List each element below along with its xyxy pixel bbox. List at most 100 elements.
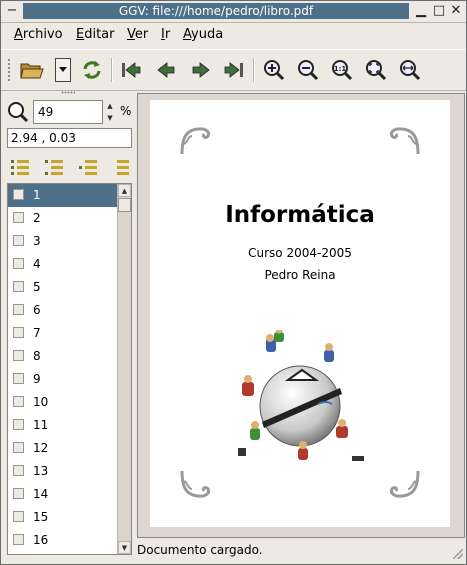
page-mark-checkbox[interactable] bbox=[13, 235, 24, 246]
page-number-label: 10 bbox=[33, 395, 49, 409]
zoom-input[interactable]: 49 bbox=[33, 100, 103, 124]
page-number-label: 5 bbox=[33, 280, 41, 294]
open-folder-icon[interactable] bbox=[19, 58, 45, 82]
scroll-thumb[interactable] bbox=[118, 198, 131, 212]
zoom-out-icon[interactable] bbox=[295, 58, 321, 82]
window-menu-icon[interactable]: − bbox=[4, 3, 20, 19]
first-page-icon[interactable] bbox=[118, 58, 144, 82]
toolbar-separator bbox=[253, 58, 255, 82]
menu-ayuda[interactable]: Ayuda bbox=[183, 27, 223, 43]
page-mark-checkbox[interactable] bbox=[13, 442, 24, 453]
resize-grip[interactable] bbox=[453, 549, 463, 559]
menu-ver[interactable]: Ver bbox=[127, 27, 148, 43]
page-mark-checkbox[interactable] bbox=[13, 534, 24, 545]
page-mark-checkbox[interactable] bbox=[13, 189, 24, 200]
page-list-item[interactable]: 6 bbox=[8, 299, 119, 322]
page-number-label: 4 bbox=[33, 257, 41, 271]
page-list-item[interactable]: 15 bbox=[8, 506, 119, 529]
page-number-label: 13 bbox=[33, 464, 49, 478]
page-list-item[interactable]: 1 bbox=[8, 184, 119, 207]
page-mark-checkbox[interactable] bbox=[13, 212, 24, 223]
page-mark-checkbox[interactable] bbox=[13, 350, 24, 361]
document-course: Curso 2004-2005 bbox=[248, 246, 352, 260]
toolbar-grip[interactable] bbox=[7, 58, 11, 82]
page-number-label: 16 bbox=[33, 533, 49, 547]
page-list-item[interactable]: 9 bbox=[8, 368, 119, 391]
ornament-corner-icon bbox=[390, 127, 420, 155]
page-mark-checkbox[interactable] bbox=[13, 281, 24, 292]
panel-handle[interactable] bbox=[61, 91, 75, 94]
ornament-corner-icon bbox=[390, 470, 420, 498]
page-list-item[interactable]: 16 bbox=[8, 529, 119, 552]
page-list-item[interactable]: 5 bbox=[8, 276, 119, 299]
page-list-item[interactable]: 4 bbox=[8, 253, 119, 276]
page-number-label: 1 bbox=[33, 188, 41, 202]
coordinates-display: 2.94 , 0.03 bbox=[7, 128, 132, 148]
menu-bar: Archivo Editar Ver Ir Ayuda bbox=[1, 23, 466, 47]
globe-people-illustration bbox=[238, 330, 364, 461]
page-number-label: 11 bbox=[33, 418, 49, 432]
zoom-fit-width-icon[interactable] bbox=[397, 58, 423, 82]
page-mark-checkbox[interactable] bbox=[13, 258, 24, 269]
document-author: Pedro Reina bbox=[264, 268, 336, 282]
page-list-item[interactable]: 11 bbox=[8, 414, 119, 437]
menu-ir[interactable]: Ir bbox=[161, 27, 170, 43]
page-list-item[interactable]: 8 bbox=[8, 345, 119, 368]
zoom-in-icon[interactable] bbox=[261, 58, 287, 82]
page-list-item[interactable]: 13 bbox=[8, 460, 119, 483]
close-icon[interactable]: ✕ bbox=[448, 3, 464, 19]
menu-archivo[interactable]: Archivo bbox=[14, 27, 63, 43]
page-list-item[interactable]: 3 bbox=[8, 230, 119, 253]
unmark-all-pages-icon[interactable] bbox=[111, 157, 135, 177]
zoom-spin-up-icon[interactable]: ▲ bbox=[104, 100, 116, 112]
page-number-label: 2 bbox=[33, 211, 41, 225]
page-list-rows: 1 2 3 4 5 6 7 8 9 10 11 12 13 14 15 16 bbox=[8, 184, 119, 552]
last-page-icon[interactable] bbox=[221, 58, 247, 82]
window-title: GGV: file:///home/pedro/libro.pdf bbox=[23, 3, 409, 19]
page-list-item[interactable]: 14 bbox=[8, 483, 119, 506]
document-viewer[interactable]: Informática Curso 2004-2005 Pedro Reina bbox=[137, 93, 465, 538]
zoom-spin-down-icon[interactable]: ▼ bbox=[104, 112, 116, 124]
page-list-item[interactable]: 2 bbox=[8, 207, 119, 230]
toolbar-separator bbox=[111, 58, 113, 82]
page-number-label: 14 bbox=[33, 487, 49, 501]
reload-icon[interactable] bbox=[79, 58, 105, 82]
mark-all-pages-icon[interactable] bbox=[9, 157, 33, 177]
zoom-percent-label: % bbox=[120, 104, 132, 118]
next-page-icon[interactable] bbox=[188, 58, 214, 82]
page-mark-checkbox[interactable] bbox=[13, 465, 24, 476]
status-bar: Documento cargado. bbox=[137, 541, 465, 561]
page-mark-checkbox[interactable] bbox=[13, 373, 24, 384]
page-list[interactable]: 1 2 3 4 5 6 7 8 9 10 11 12 13 14 15 16 ▲ ▼ bbox=[7, 183, 132, 555]
previous-page-icon[interactable] bbox=[153, 58, 179, 82]
zoom-1-1-label: 1:1 bbox=[334, 65, 347, 73]
page-list-item[interactable]: 10 bbox=[8, 391, 119, 414]
page-mark-checkbox[interactable] bbox=[13, 327, 24, 338]
page-list-item[interactable]: 12 bbox=[8, 437, 119, 460]
minimize-icon[interactable]: ▁ bbox=[413, 3, 429, 19]
scroll-up-icon[interactable]: ▲ bbox=[118, 184, 131, 197]
page-mark-checkbox[interactable] bbox=[13, 396, 24, 407]
page-number-label: 9 bbox=[33, 372, 41, 386]
document-title: Informática bbox=[225, 202, 375, 228]
zoom-fit-page-icon[interactable] bbox=[363, 58, 389, 82]
page-mark-checkbox[interactable] bbox=[13, 419, 24, 430]
zoom-1-1-icon[interactable]: 1:1 bbox=[329, 58, 355, 82]
mark-even-pages-icon[interactable] bbox=[77, 157, 101, 177]
mark-odd-pages-icon[interactable] bbox=[43, 157, 67, 177]
page-list-item[interactable]: 7 bbox=[8, 322, 119, 345]
page-number-label: 15 bbox=[33, 510, 49, 524]
maximize-icon[interactable]: □ bbox=[431, 3, 447, 19]
page-number-label: 3 bbox=[33, 234, 41, 248]
title-bar: − GGV: file:///home/pedro/libro.pdf ▁ □ … bbox=[1, 1, 466, 23]
page-list-scrollbar[interactable]: ▲ ▼ bbox=[117, 184, 131, 554]
magnifier-icon bbox=[7, 101, 29, 123]
page-mark-checkbox[interactable] bbox=[13, 511, 24, 522]
page-mark-checkbox[interactable] bbox=[13, 488, 24, 499]
scroll-down-icon[interactable]: ▼ bbox=[118, 541, 131, 554]
toolbar: 1:1 bbox=[1, 49, 466, 91]
page-mark-checkbox[interactable] bbox=[13, 304, 24, 315]
menu-editar[interactable]: Editar bbox=[76, 27, 115, 43]
page-number-label: 7 bbox=[33, 326, 41, 340]
dropdown-arrow-icon[interactable] bbox=[55, 58, 71, 82]
